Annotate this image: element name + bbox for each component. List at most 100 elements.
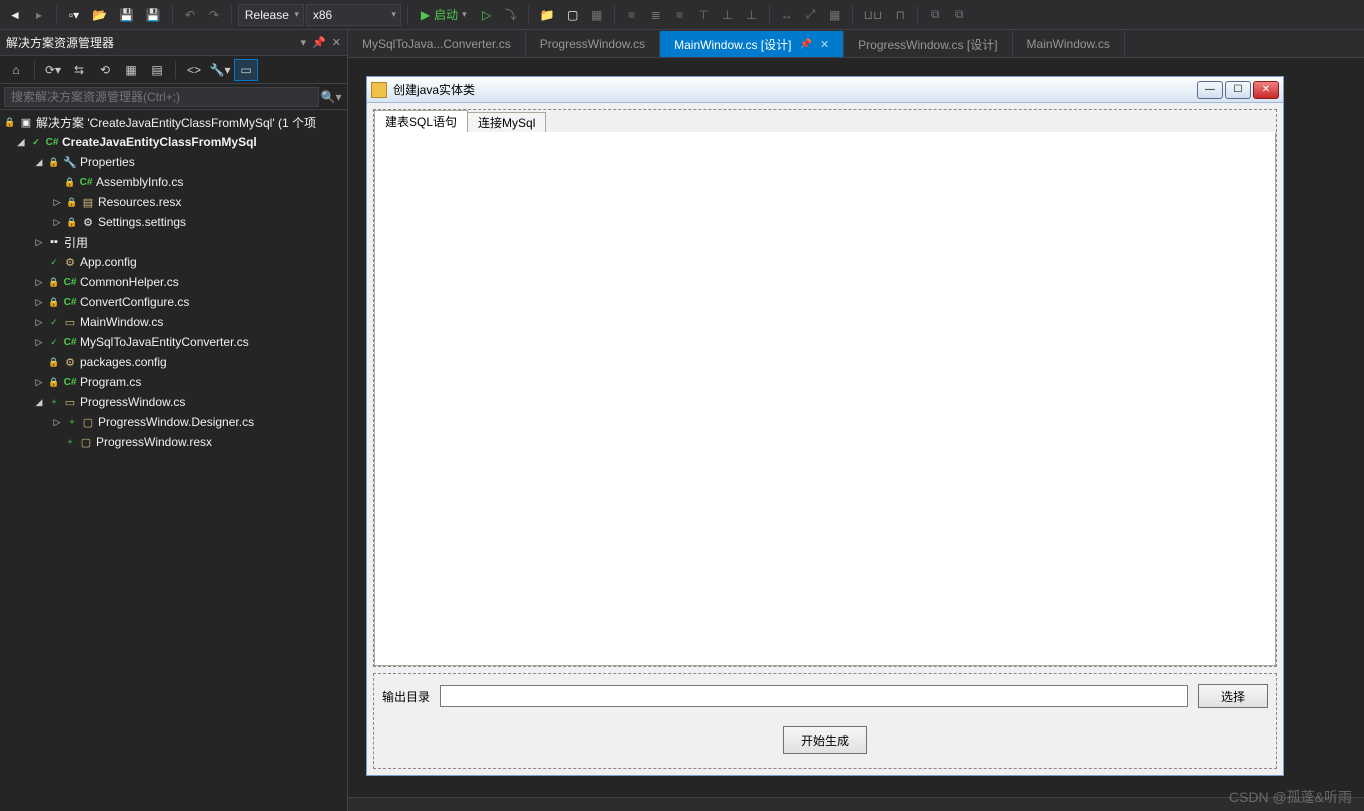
collapse-button[interactable]: ⟲: [93, 59, 117, 81]
mainwindow-node[interactable]: ▷ ✓ ▭ MainWindow.cs: [0, 312, 347, 332]
sync-button[interactable]: ⇆: [67, 59, 91, 81]
commonhelper-node[interactable]: ▷ 🔒 C# CommonHelper.cs: [0, 272, 347, 292]
new-project-button[interactable]: ▫▾: [63, 4, 85, 26]
expander-icon[interactable]: ▷: [50, 197, 64, 208]
save-all-button[interactable]: 💾: [141, 4, 166, 26]
save-button[interactable]: 💾: [114, 4, 139, 26]
order2-button[interactable]: ⧉: [948, 4, 970, 26]
redo-button[interactable]: ↷: [203, 4, 225, 26]
expander-icon[interactable]: ▷: [50, 417, 64, 428]
home-button[interactable]: ⌂: [4, 59, 28, 81]
form-icon: [371, 82, 387, 98]
tab-sql[interactable]: 建表SQL语句: [374, 110, 468, 132]
size-button[interactable]: ↔: [776, 4, 798, 26]
undo-button[interactable]: ↶: [179, 4, 201, 26]
tab-content[interactable]: [374, 132, 1276, 666]
tab-progresswindow-design[interactable]: ProgressWindow.cs [设计]: [844, 31, 1012, 57]
form-icon: ▭: [62, 396, 78, 409]
expander-icon[interactable]: ◢: [14, 137, 28, 148]
panel-pin-icon[interactable]: 📌: [312, 36, 326, 49]
checkout-icon: ✓: [28, 137, 44, 148]
cs-icon: C#: [62, 377, 78, 388]
align-center-button[interactable]: ≣: [645, 4, 667, 26]
properties-node[interactable]: ◢ 🔒 🔧 Properties: [0, 152, 347, 172]
expander-icon[interactable]: ▷: [32, 237, 46, 248]
tab-mysql[interactable]: 连接MySql: [467, 112, 546, 132]
align-right-button[interactable]: ≡: [669, 4, 691, 26]
appconfig-node[interactable]: ✓ ⚙ App.config: [0, 252, 347, 272]
start-nodebug-button[interactable]: ▷: [476, 4, 498, 26]
config-combo[interactable]: Release: [238, 4, 304, 26]
generate-button[interactable]: 开始生成: [783, 726, 867, 754]
expander-icon[interactable]: ▷: [50, 217, 64, 228]
space-h-button[interactable]: ⊔⊔: [859, 4, 888, 26]
tabcontrol[interactable]: 建表SQL语句 连接MySql: [373, 109, 1277, 667]
align-mid-button[interactable]: ⊥: [717, 4, 739, 26]
start-label: 启动: [434, 6, 458, 23]
search-icon[interactable]: 🔍▾: [319, 90, 343, 104]
platform-combo[interactable]: x86: [306, 4, 401, 26]
tab-progresswindow[interactable]: ProgressWindow.cs: [526, 31, 660, 57]
align-bot-button[interactable]: ⊥: [741, 4, 763, 26]
panel-close-icon[interactable]: ✕: [332, 36, 341, 49]
tab-mainwindow-design[interactable]: MainWindow.cs [设计] 📌 ✕: [660, 31, 844, 57]
panel-menu-icon[interactable]: ▾: [301, 36, 307, 49]
references-node[interactable]: ▷ ▪▪ 引用: [0, 232, 347, 252]
pin-icon[interactable]: 📌: [799, 39, 811, 50]
progresswindow-designer-node[interactable]: ▷ + ▢ ProgressWindow.Designer.cs: [0, 412, 347, 432]
open-button[interactable]: 📂: [87, 4, 112, 26]
progresswindow-resx-node[interactable]: + ▢ ProgressWindow.resx: [0, 432, 347, 452]
code-button[interactable]: <>: [182, 59, 206, 81]
expander-icon[interactable]: ▷: [32, 377, 46, 388]
folder-button[interactable]: 📁: [535, 4, 560, 26]
solution-tree[interactable]: 🔒 ▣ 解决方案 'CreateJavaEntityClassFromMySql…: [0, 110, 347, 811]
showall-button[interactable]: ▦: [119, 59, 143, 81]
output-textbox[interactable]: [440, 685, 1188, 707]
expander-icon[interactable]: ▷: [32, 277, 46, 288]
expander-icon[interactable]: ▷: [32, 317, 46, 328]
winform[interactable]: 创建java实体类 — ☐ ✕ 建表SQL语句 连接MySql: [366, 76, 1284, 776]
maximize-button[interactable]: ☐: [1225, 81, 1251, 99]
refresh-button[interactable]: ⟳▾: [41, 59, 65, 81]
layout-button[interactable]: ▦: [586, 4, 608, 26]
search-input[interactable]: [4, 87, 319, 107]
step-button[interactable]: ⤵: [500, 4, 522, 26]
select-button[interactable]: 选择: [1198, 684, 1268, 708]
align-left-button[interactable]: ≡: [621, 4, 643, 26]
start-button[interactable]: ▶ 启动 ▾: [414, 4, 474, 26]
wrench-button[interactable]: 🔧▾: [208, 59, 232, 81]
nav-back-button[interactable]: ◄: [4, 4, 26, 26]
expander-icon[interactable]: ▷: [32, 297, 46, 308]
minimize-button[interactable]: —: [1197, 81, 1223, 99]
converter-node[interactable]: ▷ ✓ C# MySqlToJavaEntityConverter.cs: [0, 332, 347, 352]
align-top-button[interactable]: ⊤: [693, 4, 715, 26]
close-icon[interactable]: ✕: [820, 38, 829, 51]
resize-button[interactable]: ⤢: [800, 4, 822, 26]
project-node[interactable]: ◢ ✓ C# CreateJavaEntityClassFromMySql: [0, 132, 347, 152]
lock-icon: 🔒: [64, 197, 80, 208]
close-button[interactable]: ✕: [1253, 81, 1279, 99]
settings-node[interactable]: ▷ 🔒 ⚙ Settings.settings: [0, 212, 347, 232]
order-button[interactable]: ⧉: [924, 4, 946, 26]
expander-icon[interactable]: ◢: [32, 397, 46, 408]
expander-icon[interactable]: ▷: [32, 337, 46, 348]
solution-node[interactable]: 🔒 ▣ 解决方案 'CreateJavaEntityClassFromMySql…: [0, 112, 347, 132]
expander-icon[interactable]: ◢: [32, 157, 46, 168]
nav-fwd-button[interactable]: ▸: [28, 4, 50, 26]
preview-button[interactable]: ▭: [234, 59, 258, 81]
program-node[interactable]: ▷ 🔒 C# Program.cs: [0, 372, 347, 392]
packages-node[interactable]: 🔒 ⚙ packages.config: [0, 352, 347, 372]
resx-icon: ▤: [80, 196, 96, 209]
tab-mainwindow[interactable]: MainWindow.cs: [1013, 31, 1125, 57]
window-button[interactable]: ▢: [562, 4, 584, 26]
progresswindow-node[interactable]: ◢ + ▭ ProgressWindow.cs: [0, 392, 347, 412]
space-v-button[interactable]: ⊓: [889, 4, 911, 26]
grid-button[interactable]: ▦: [824, 4, 846, 26]
panel-title-text: 解决方案资源管理器: [6, 34, 114, 51]
designer-surface[interactable]: 创建java实体类 — ☐ ✕ 建表SQL语句 连接MySql: [348, 58, 1364, 797]
convertconfigure-node[interactable]: ▷ 🔒 C# ConvertConfigure.cs: [0, 292, 347, 312]
properties-button[interactable]: ▤: [145, 59, 169, 81]
assemblyinfo-node[interactable]: 🔒 C# AssemblyInfo.cs: [0, 172, 347, 192]
resources-node[interactable]: ▷ 🔒 ▤ Resources.resx: [0, 192, 347, 212]
tab-converter[interactable]: MySqlToJava...Converter.cs: [348, 31, 526, 57]
